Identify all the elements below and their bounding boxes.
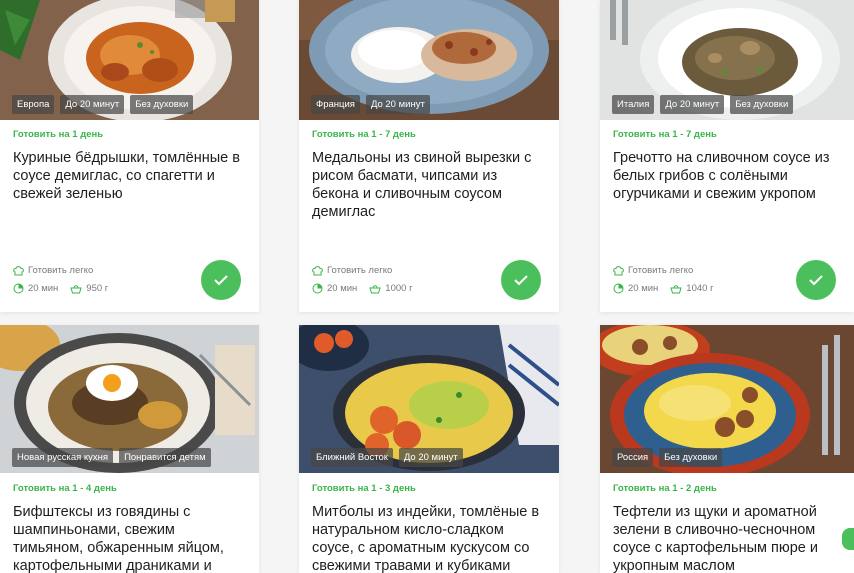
tag-cuisine: Россия bbox=[612, 448, 654, 467]
tag-no-oven: Без духовки bbox=[730, 95, 794, 114]
recipe-photo[interactable]: Ближний Восток До 20 минут bbox=[299, 325, 559, 473]
tag-list: Италия До 20 минут Без духовки bbox=[612, 95, 794, 114]
tag-list: Ближний Восток До 20 минут bbox=[311, 448, 463, 467]
selected-check-button[interactable] bbox=[201, 260, 241, 300]
recipe-title[interactable]: Бифштексы из говядины с шампиньонами, св… bbox=[13, 503, 245, 573]
chef-hat-icon bbox=[312, 265, 323, 275]
stats-row: 20 мин 1000 г bbox=[312, 283, 413, 294]
tag-list: Франция До 20 минут bbox=[311, 95, 430, 114]
cook-time: 20 мин bbox=[28, 283, 59, 294]
tag-cuisine: Италия bbox=[612, 95, 655, 114]
bowl-icon bbox=[70, 284, 82, 293]
recipe-card[interactable]: Новая русская кухня Понравится детям Гот… bbox=[0, 325, 259, 573]
cook-window: Готовить на 1 - 2 день bbox=[613, 483, 717, 494]
stats-row: 20 мин 950 г bbox=[13, 283, 108, 294]
cook-window: Готовить на 1 день bbox=[13, 129, 104, 140]
clock-icon bbox=[13, 283, 24, 294]
recipe-card[interactable]: Европа До 20 минут Без духовки Готовить … bbox=[0, 0, 259, 312]
checkmark-icon bbox=[514, 275, 528, 286]
tag-cuisine: Европа bbox=[12, 95, 55, 114]
difficulty-label: Готовить легко bbox=[28, 265, 94, 276]
recipe-title[interactable]: Куриные бёдрышки, томлённые в соусе деми… bbox=[13, 149, 245, 203]
selected-check-button[interactable] bbox=[796, 260, 836, 300]
recipe-photo[interactable]: Европа До 20 минут Без духовки bbox=[0, 0, 259, 120]
cook-window: Готовить на 1 - 7 день bbox=[312, 129, 416, 140]
tag-no-oven: Без духовки bbox=[659, 448, 723, 467]
checkmark-icon bbox=[214, 275, 228, 286]
difficulty-row: Готовить легко bbox=[613, 265, 693, 276]
chef-hat-icon bbox=[13, 265, 24, 275]
tag-list: Европа До 20 минут Без духовки bbox=[12, 95, 194, 114]
recipe-photo[interactable]: Франция До 20 минут bbox=[299, 0, 559, 120]
cook-time: 20 мин bbox=[327, 283, 358, 294]
cook-window: Готовить на 1 - 4 день bbox=[13, 483, 117, 494]
difficulty-row: Готовить легко bbox=[312, 265, 392, 276]
tag-list: Новая русская кухня Понравится детям bbox=[12, 448, 211, 467]
recipe-card[interactable]: Россия Без духовки Готовить на 1 - 2 ден… bbox=[600, 325, 854, 573]
recipe-photo[interactable]: Россия Без духовки bbox=[600, 325, 854, 473]
cook-window: Готовить на 1 - 7 день bbox=[613, 129, 717, 140]
tag-time: До 20 минут bbox=[660, 95, 725, 114]
recipe-title[interactable]: Тефтели из щуки и ароматной зелени в сли… bbox=[613, 503, 845, 573]
tag-kids: Понравится детям bbox=[119, 448, 211, 467]
recipe-title[interactable]: Митболы из индейки, томлёные в натуральн… bbox=[312, 503, 544, 573]
recipe-photo[interactable]: Новая русская кухня Понравится детям bbox=[0, 325, 259, 473]
recipe-card[interactable]: Италия До 20 минут Без духовки Готовить … bbox=[600, 0, 854, 312]
tag-cuisine: Ближний Восток bbox=[311, 448, 393, 467]
clock-icon bbox=[312, 283, 323, 294]
difficulty-row: Готовить легко bbox=[13, 265, 93, 276]
stats-row: 20 мин 1040 г bbox=[613, 283, 714, 294]
recipe-title[interactable]: Медальоны из свиной вырезки с рисом басм… bbox=[312, 149, 544, 221]
difficulty-label: Готовить легко bbox=[628, 265, 694, 276]
recipe-title[interactable]: Гречотто на сливочном соусе из белых гри… bbox=[613, 149, 845, 203]
tag-cuisine: Франция bbox=[311, 95, 360, 114]
recipe-card[interactable]: Франция До 20 минут Готовить на 1 - 7 де… bbox=[299, 0, 559, 312]
tag-time: До 20 минут bbox=[365, 95, 430, 114]
chat-widget-button[interactable] bbox=[842, 528, 854, 550]
bowl-icon bbox=[670, 284, 682, 293]
tag-time: До 20 минут bbox=[398, 448, 463, 467]
selected-check-button[interactable] bbox=[501, 260, 541, 300]
tag-list: Россия Без духовки bbox=[612, 448, 723, 467]
bowl-icon bbox=[369, 284, 381, 293]
tag-cuisine: Новая русская кухня bbox=[12, 448, 114, 467]
checkmark-icon bbox=[809, 275, 823, 286]
cook-time: 20 мин bbox=[628, 283, 659, 294]
chef-hat-icon bbox=[613, 265, 624, 275]
clock-icon bbox=[613, 283, 624, 294]
portion-weight: 950 г bbox=[86, 283, 109, 294]
recipe-card[interactable]: Ближний Восток До 20 минут Готовить на 1… bbox=[299, 325, 559, 573]
tag-time: До 20 минут bbox=[60, 95, 125, 114]
recipe-photo[interactable]: Италия До 20 минут Без духовки bbox=[600, 0, 854, 120]
tag-no-oven: Без духовки bbox=[130, 95, 194, 114]
portion-weight: 1000 г bbox=[385, 283, 413, 294]
difficulty-label: Готовить легко bbox=[327, 265, 393, 276]
portion-weight: 1040 г bbox=[686, 283, 714, 294]
cook-window: Готовить на 1 - 3 день bbox=[312, 483, 416, 494]
